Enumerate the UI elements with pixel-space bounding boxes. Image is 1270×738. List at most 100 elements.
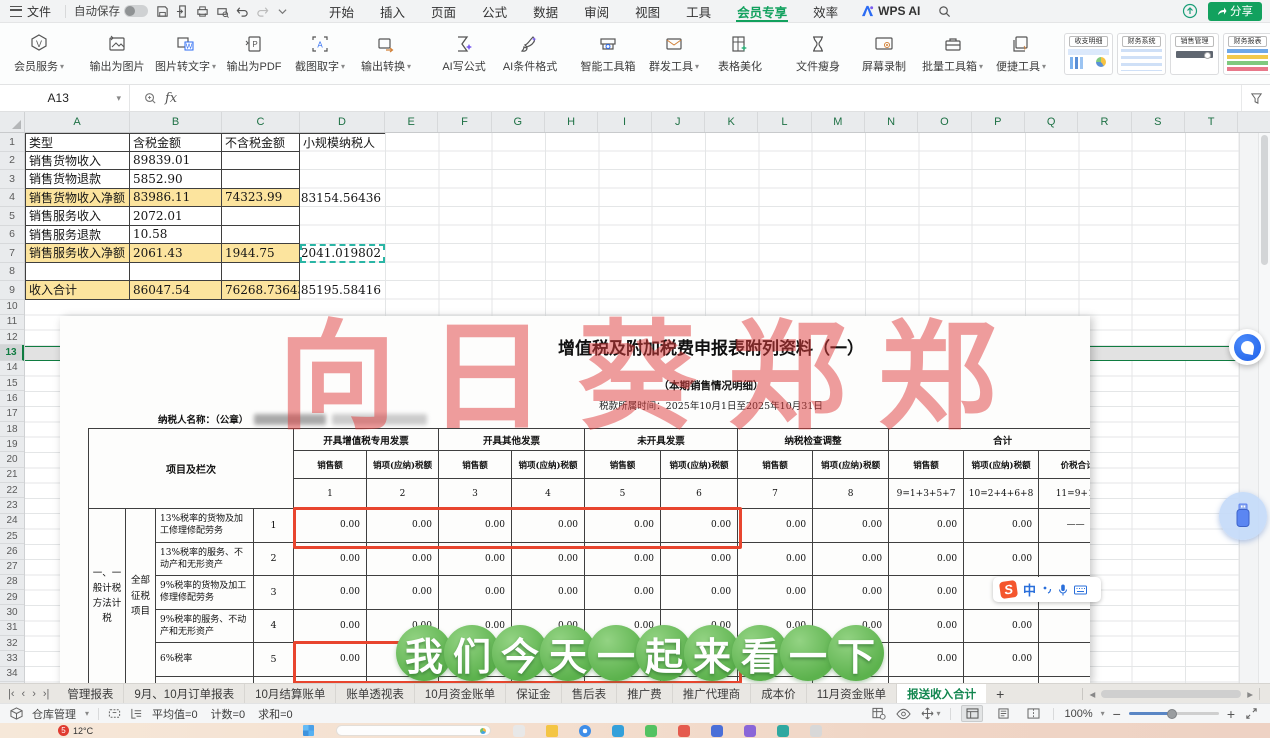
row-header[interactable]: 23 [0, 498, 24, 514]
row-header[interactable]: 2 [0, 152, 24, 170]
column-header[interactable]: P [972, 112, 1025, 132]
export-convert-button[interactable]: 输出转换 [353, 31, 419, 76]
row-header[interactable]: 28 [0, 575, 24, 591]
temperature-label[interactable]: 12°C [73, 726, 93, 736]
column-header[interactable]: K [705, 112, 759, 132]
cell-tax-exclusive[interactable] [222, 170, 300, 189]
redo-icon[interactable] [252, 2, 272, 20]
microphone-icon[interactable] [1058, 584, 1068, 596]
row-header[interactable]: 15 [0, 376, 24, 392]
cell-tax-inclusive[interactable]: 10.58 [130, 225, 222, 244]
cell-small-scale[interactable]: 小规模纳税人 [300, 134, 385, 152]
cell-type[interactable]: 销售服务收入净额 [25, 244, 130, 263]
row-header[interactable]: 1 [0, 133, 24, 152]
zoom-formula-icon[interactable] [144, 92, 157, 105]
row-header[interactable]: 20 [0, 452, 24, 468]
file-slim-button[interactable]: 文件瘦身 [785, 31, 851, 76]
menu-tab[interactable]: 视图 [622, 0, 673, 22]
sheet-tab[interactable]: 推广费 [617, 684, 673, 703]
fullscreen-icon[interactable] [1245, 707, 1258, 720]
ime-language-indicator[interactable]: 中 [1023, 580, 1036, 599]
outline-icon[interactable] [130, 707, 143, 720]
horizontal-scrollbar[interactable] [1101, 689, 1242, 698]
sheet-tab[interactable]: 账单透视表 [336, 684, 415, 703]
sheet-tab[interactable]: 11月资金账单 [807, 684, 898, 703]
row-header[interactable]: 3 [0, 170, 24, 189]
column-header[interactable]: H [545, 112, 599, 132]
column-header[interactable]: O [918, 112, 972, 132]
sheet-tab[interactable]: 成本价 [751, 684, 807, 703]
export-as-image-button[interactable]: 输出为图片 [84, 31, 150, 76]
cell-type[interactable]: 销售货物收入 [25, 151, 130, 170]
row-header[interactable]: 14 [0, 361, 24, 376]
column-header[interactable]: L [758, 112, 812, 132]
wps-assistant-button[interactable] [1229, 329, 1265, 365]
search-icon[interactable] [934, 2, 954, 20]
mail-merge-button[interactable]: 群发工具 [641, 31, 707, 76]
table-beautify-button[interactable]: 表格美化 [707, 31, 773, 76]
workbook-mode-label[interactable]: 仓库管理 [32, 706, 76, 722]
windows-start-icon[interactable] [303, 725, 315, 736]
sheet-tab[interactable]: 9月、10月订单报表 [124, 684, 246, 703]
smart-toolbox-button[interactable]: 智能工具箱 [575, 31, 641, 76]
autosave-control[interactable]: 自动保存 [70, 3, 152, 19]
sheet-tab[interactable]: 10月资金账单 [415, 684, 507, 703]
view-page-break-button[interactable] [1023, 706, 1043, 721]
cell-tax-inclusive[interactable]: 2061.43 [130, 244, 222, 263]
column-header[interactable]: I [598, 112, 652, 132]
table-settings-icon[interactable] [872, 707, 887, 720]
cell-small-scale[interactable]: 2041.019802 [300, 244, 385, 263]
row-header[interactable]: 32 [0, 636, 24, 652]
wps-ai-button[interactable]: WPS AI [861, 4, 920, 18]
cell-type[interactable] [25, 262, 130, 281]
cell-tax-exclusive[interactable] [222, 207, 300, 226]
cell-tax-inclusive[interactable]: 5852.90 [130, 170, 222, 189]
column-header[interactable]: R [1078, 112, 1132, 132]
column-header[interactable]: Q [1025, 112, 1079, 132]
cell-tax-inclusive[interactable]: 83986.11 [130, 188, 222, 207]
row-header[interactable]: 6 [0, 226, 24, 244]
ime-toolbar[interactable]: S 中 [993, 577, 1101, 602]
add-sheet-button[interactable]: + [986, 686, 1014, 702]
cell-tax-exclusive[interactable]: 74323.99 [222, 188, 300, 207]
app-icon[interactable] [612, 724, 625, 737]
pan-mode-icon[interactable]: ▾ [921, 707, 940, 720]
zoom-in-button[interactable]: + [1227, 706, 1235, 722]
tab-first-icon[interactable]: |‹ [8, 688, 15, 700]
menu-tab[interactable]: 效率 [800, 0, 851, 22]
row-header[interactable]: 35 [0, 682, 24, 683]
autosave-toggle[interactable] [124, 5, 149, 17]
zoom-slider-knob[interactable] [1166, 708, 1177, 719]
cell-type[interactable]: 销售服务退款 [25, 225, 130, 244]
column-header[interactable]: E [385, 112, 439, 132]
app-icon[interactable] [513, 724, 526, 737]
column-header[interactable]: F [438, 112, 492, 132]
cell-small-scale[interactable] [300, 226, 385, 245]
row-header[interactable]: 34 [0, 667, 24, 682]
chevron-down-icon[interactable]: ▾ [85, 709, 89, 718]
app-icon[interactable] [744, 724, 757, 737]
menu-tab[interactable]: 页面 [418, 0, 469, 22]
chevron-down-icon[interactable]: ▾ [1101, 709, 1105, 718]
row-header[interactable]: 7 [0, 244, 24, 263]
screen-record-button[interactable]: 屏幕录制 [851, 31, 917, 76]
menu-tab[interactable]: 工具 [673, 0, 724, 22]
vertical-scrollbar[interactable] [1258, 133, 1270, 683]
app-icon[interactable] [678, 724, 691, 737]
hscroll-left-icon[interactable]: ◂ [1089, 687, 1095, 701]
tab-next-icon[interactable]: › [32, 688, 36, 700]
export-icon[interactable] [172, 2, 192, 20]
print-preview-icon[interactable] [212, 2, 232, 20]
screenshot-ocr-button[interactable]: A 截图取字 [287, 31, 353, 76]
select-all-corner[interactable] [0, 112, 25, 132]
cell-tax-exclusive[interactable]: 76268.73643 [222, 281, 300, 300]
view-normal-button[interactable] [961, 705, 984, 722]
app-icon[interactable] [711, 724, 724, 737]
taskbar-search[interactable] [336, 725, 492, 736]
upload-cloud-icon[interactable] [1182, 3, 1198, 19]
row-header[interactable]: 22 [0, 483, 24, 499]
cell-small-scale[interactable] [300, 263, 385, 282]
row-header[interactable]: 9 [0, 281, 24, 300]
cell-small-scale[interactable]: 85195.58416 [300, 281, 385, 300]
cell-tax-inclusive[interactable]: 89839.01 [130, 151, 222, 170]
